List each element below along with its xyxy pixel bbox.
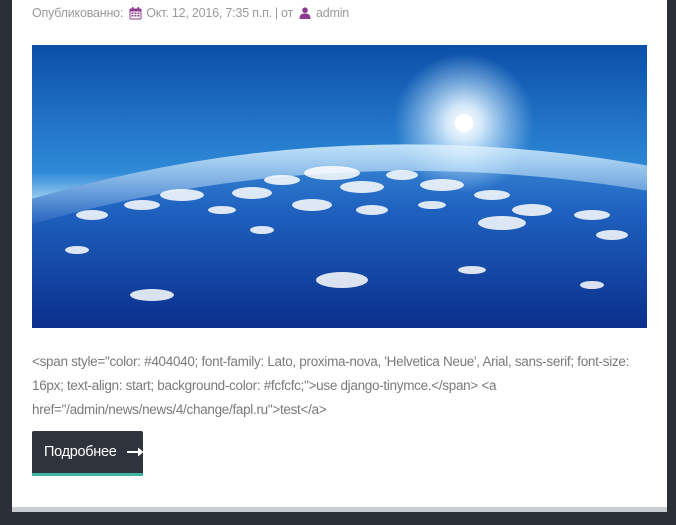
post-hero-image [32,45,647,328]
post-date: Окт. 12, 2016, 7:35 п.п. [146,6,272,20]
meta-separator: | [274,6,278,20]
read-more-button[interactable]: Подробнее [32,431,143,476]
post-body: <span style="color: #404040; font-family… [32,354,630,417]
by-label: от [280,6,293,20]
calendar-icon [128,6,142,20]
read-more-label: Подробнее [44,444,117,460]
author-link[interactable]: admin [316,6,349,20]
card-bottom-edge [12,507,667,512]
published-label: Опубликованно: [32,6,124,20]
post-meta: Опубликованно: Окт. 12, 2016, 7:35 п.п. … [32,4,349,22]
post-card: Опубликованно: Окт. 12, 2016, 7:35 п.п. … [12,0,667,507]
user-icon [298,6,312,20]
arrow-right-icon [126,447,144,457]
